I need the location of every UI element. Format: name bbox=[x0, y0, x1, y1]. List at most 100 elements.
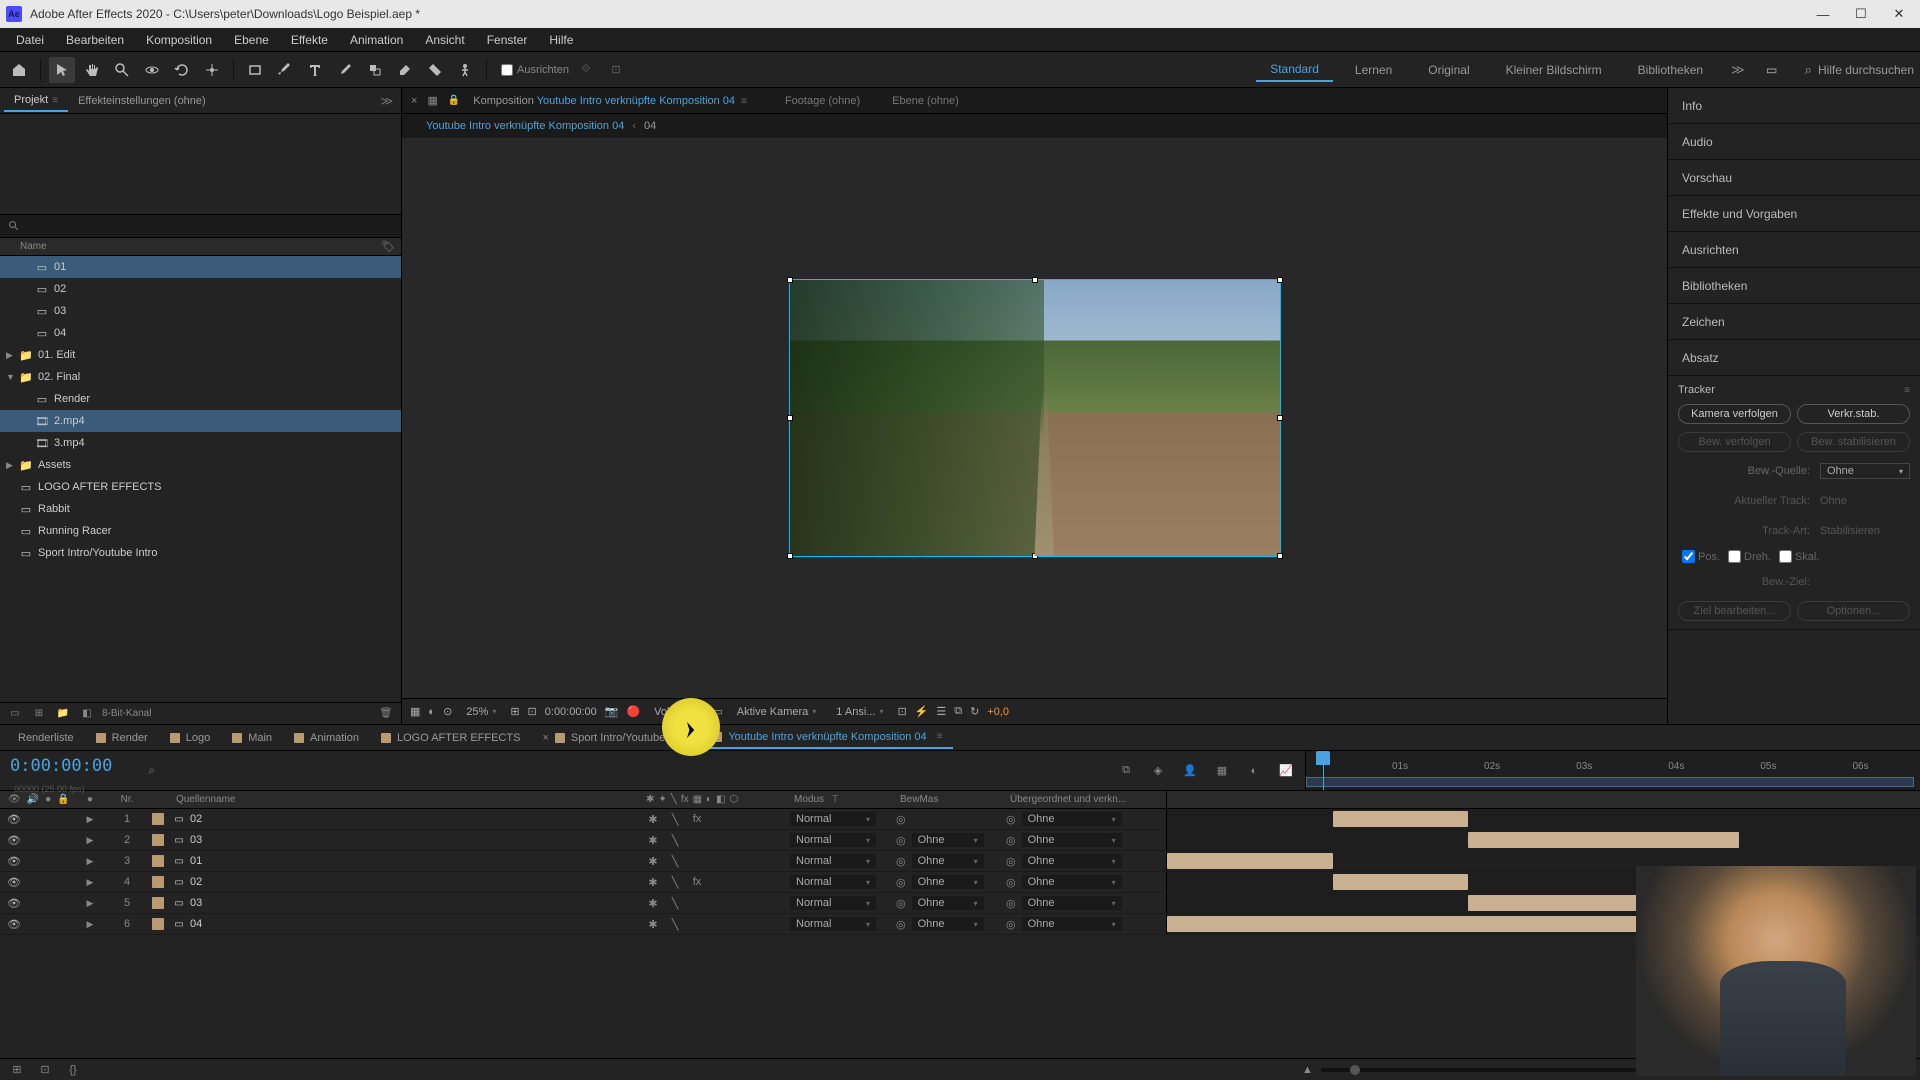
project-depth-label[interactable]: 8-Bit-Kanal bbox=[102, 708, 151, 719]
parent-dropdown[interactable]: Ohne bbox=[1022, 833, 1122, 847]
stabilize-motion-button[interactable]: Bew. stabilisieren bbox=[1797, 432, 1910, 452]
parent-pickwhip-icon[interactable]: ◎ bbox=[1006, 897, 1016, 910]
quality-switch[interactable]: ╲ bbox=[668, 918, 682, 931]
channel-icon[interactable]: 🔴 bbox=[626, 705, 640, 718]
parent-dropdown[interactable]: Ohne bbox=[1022, 917, 1122, 931]
fast-preview-icon[interactable]: ⚡ bbox=[915, 705, 929, 718]
comp-lock-icon[interactable]: 🔒 bbox=[445, 95, 463, 106]
panel-paragraph[interactable]: Absatz bbox=[1668, 340, 1920, 376]
pen-tool[interactable] bbox=[272, 57, 298, 83]
layer-color-swatch[interactable] bbox=[152, 876, 164, 888]
project-item[interactable]: ▶📁01. Edit bbox=[0, 344, 401, 366]
visibility-toggle[interactable]: 👁 bbox=[8, 897, 20, 909]
menu-fenster[interactable]: Fenster bbox=[477, 30, 538, 50]
timeline-tab[interactable]: Renderliste bbox=[8, 728, 84, 748]
new-adjustment-icon[interactable]: ◧ bbox=[78, 706, 96, 722]
comp-current-time[interactable]: 0:00:00:00 bbox=[545, 706, 597, 718]
home-tool[interactable] bbox=[6, 57, 32, 83]
layer-color-swatch[interactable] bbox=[152, 897, 164, 909]
col-3d-icon[interactable]: ⬡ bbox=[730, 794, 739, 805]
comp-tab[interactable]: Komposition Youtube Intro verknüpfte Kom… bbox=[467, 91, 753, 111]
workspace-lernen[interactable]: Lernen bbox=[1341, 59, 1406, 81]
trkmat-dropdown[interactable]: Ohne bbox=[912, 833, 984, 847]
shy-switch[interactable]: ✱ bbox=[646, 918, 660, 931]
parent-pickwhip-icon[interactable]: ◎ bbox=[1006, 876, 1016, 889]
menu-ebene[interactable]: Ebene bbox=[224, 30, 279, 50]
timeline-search-icon[interactable]: ⌕ bbox=[148, 763, 155, 778]
snapshot-icon[interactable]: 📷 bbox=[605, 705, 619, 718]
tab-menu-icon[interactable]: ≡ bbox=[937, 731, 943, 742]
frame-blend-icon[interactable]: ▦ bbox=[1213, 762, 1231, 780]
trkmat-pickwhip-icon[interactable]: ◎ bbox=[896, 897, 906, 910]
layer-row[interactable]: 👁 ▶ 1 ▭02 ✱ ╲ fx Normal ◎ ◎Ohne bbox=[0, 809, 1920, 830]
col-lock-icon[interactable]: 🔒 bbox=[57, 794, 69, 805]
fx-switch[interactable]: fx bbox=[690, 876, 704, 888]
check-position[interactable]: Pos. bbox=[1682, 550, 1720, 563]
comp-tab-menu-icon[interactable]: ≡ bbox=[741, 96, 747, 107]
help-search[interactable]: ⌕ Hilfe durchsuchen bbox=[1805, 62, 1914, 78]
project-search[interactable] bbox=[0, 214, 401, 238]
shy-switch[interactable]: ✱ bbox=[646, 813, 660, 826]
comp-close-icon[interactable]: × bbox=[408, 95, 420, 107]
workspace-original[interactable]: Original bbox=[1414, 59, 1483, 81]
composition-viewer[interactable] bbox=[402, 138, 1667, 698]
motion-blur-icon[interactable]: ◐ bbox=[1245, 762, 1263, 780]
workspace-panel-toggle-icon[interactable]: ▭ bbox=[1759, 57, 1785, 83]
col-frameblend-icon[interactable]: ▦ bbox=[693, 794, 702, 805]
toggle-modes-icon[interactable]: ⊡ bbox=[36, 1063, 54, 1076]
layer-bar[interactable] bbox=[1468, 832, 1739, 848]
timeline-tab[interactable]: Youtube Intro verknüpfte Komposition 04≡ bbox=[702, 727, 952, 749]
crumb-parent[interactable]: Youtube Intro verknüpfte Komposition 04 bbox=[426, 120, 624, 132]
comp-frame[interactable] bbox=[790, 280, 1280, 556]
project-item[interactable]: ▭Rabbit bbox=[0, 498, 401, 520]
exposure-value[interactable]: +0,0 bbox=[987, 706, 1009, 718]
roi-icon[interactable]: ⊡ bbox=[528, 705, 537, 718]
layer-twisty-icon[interactable]: ▶ bbox=[87, 919, 94, 930]
twisty-icon[interactable]: ▶ bbox=[6, 460, 18, 471]
twisty-icon[interactable]: ▼ bbox=[6, 372, 18, 382]
twisty-icon[interactable]: ▶ bbox=[6, 350, 18, 361]
blend-mode-dropdown[interactable]: Normal bbox=[790, 812, 876, 826]
parent-dropdown[interactable]: Ohne bbox=[1022, 896, 1122, 910]
blend-mode-dropdown[interactable]: Normal bbox=[790, 896, 876, 910]
trkmat-dropdown[interactable]: Ohne bbox=[912, 875, 984, 889]
eraser-tool[interactable] bbox=[392, 57, 418, 83]
workspace-kleiner-bildschirm[interactable]: Kleiner Bildschirm bbox=[1492, 59, 1616, 81]
col-name[interactable]: Name bbox=[20, 241, 47, 252]
delete-icon[interactable]: 🗑 bbox=[377, 706, 395, 722]
parent-dropdown[interactable]: Ohne bbox=[1022, 854, 1122, 868]
toggle-in-out-icon[interactable]: {} bbox=[64, 1064, 82, 1076]
parent-pickwhip-icon[interactable]: ◎ bbox=[1006, 855, 1016, 868]
zoom-out-icon[interactable]: ▲ bbox=[1302, 1064, 1313, 1076]
guides-icon[interactable]: ⊙ bbox=[443, 705, 452, 718]
rectangle-tool[interactable] bbox=[242, 57, 268, 83]
grid-icon[interactable]: ⊞ bbox=[510, 705, 519, 718]
panel-info[interactable]: Info bbox=[1668, 88, 1920, 124]
layer-row[interactable]: 👁 ▶ 2 ▭03 ✱ ╲ Normal ◎Ohne ◎Ohne bbox=[0, 830, 1920, 851]
trkmat-pickwhip-icon[interactable]: ◎ bbox=[896, 855, 906, 868]
panel-overflow-icon[interactable]: ≫ bbox=[380, 94, 397, 108]
snap-options-icon[interactable]: ⟐ bbox=[573, 57, 599, 83]
layer-twisty-icon[interactable]: ▶ bbox=[87, 835, 94, 846]
footage-tab[interactable]: Footage (ohne) bbox=[785, 95, 860, 107]
trkmat-dropdown[interactable]: Ohne bbox=[912, 896, 984, 910]
timeline-tab[interactable]: Logo bbox=[160, 728, 220, 748]
col-solo-icon[interactable]: ● bbox=[45, 794, 51, 805]
anchor-tool[interactable] bbox=[199, 57, 225, 83]
close-button[interactable]: ✕ bbox=[1892, 7, 1906, 21]
col-label-icon[interactable]: 🏷 bbox=[381, 240, 395, 253]
playhead[interactable] bbox=[1316, 751, 1330, 790]
edit-target-button[interactable]: Ziel bearbeiten... bbox=[1678, 601, 1791, 621]
track-camera-button[interactable]: Kamera verfolgen bbox=[1678, 404, 1791, 424]
layer-row[interactable]: 👁 ▶ 5 ▭03 ✱ ╲ Normal ◎Ohne ◎Ohne bbox=[0, 893, 1920, 914]
menu-hilfe[interactable]: Hilfe bbox=[539, 30, 583, 50]
text-tool[interactable] bbox=[302, 57, 328, 83]
graph-editor-icon[interactable]: 📈 bbox=[1277, 762, 1295, 780]
project-item[interactable]: ▭04 bbox=[0, 322, 401, 344]
trkmat-pickwhip-icon[interactable]: ◎ bbox=[896, 813, 906, 826]
draft-3d-icon[interactable]: ◈ bbox=[1149, 762, 1167, 780]
new-folder-icon[interactable]: 📁 bbox=[54, 706, 72, 722]
quality-switch[interactable]: ╲ bbox=[668, 876, 682, 889]
menu-bearbeiten[interactable]: Bearbeiten bbox=[56, 30, 134, 50]
layer-twisty-icon[interactable]: ▶ bbox=[87, 856, 94, 867]
